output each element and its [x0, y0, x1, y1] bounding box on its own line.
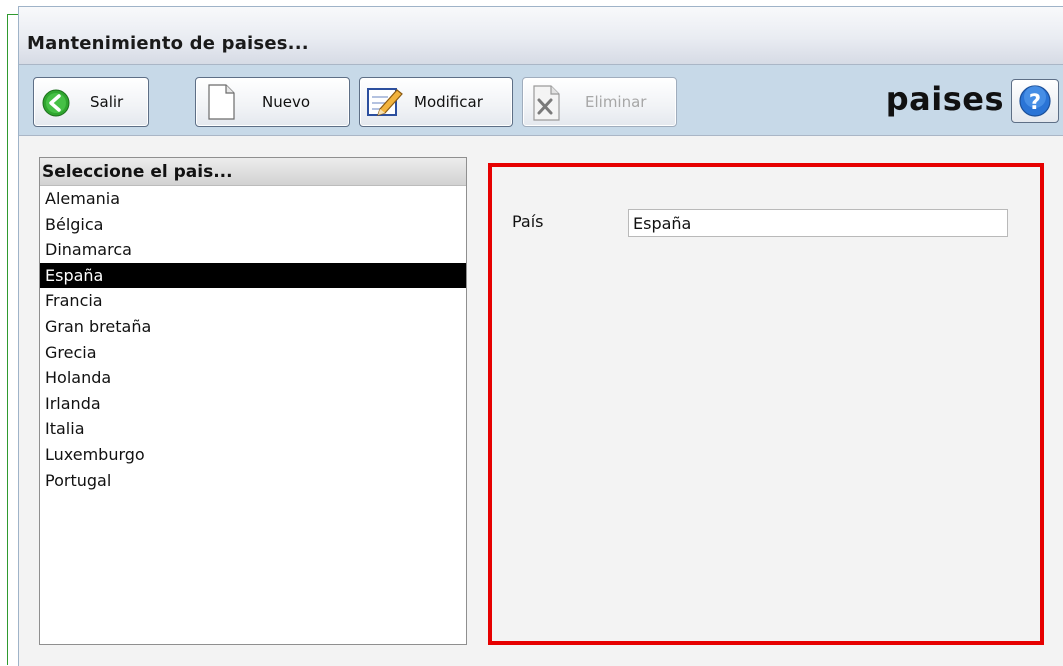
list-item-portugal[interactable]: Portugal [40, 468, 466, 494]
exit-button[interactable]: Salir [33, 77, 149, 127]
list-item-dinamarca[interactable]: Dinamarca [40, 237, 466, 263]
svg-text:?: ? [1029, 90, 1041, 114]
edit-pencil-icon [366, 85, 404, 123]
delete-button[interactable]: Eliminar [522, 77, 677, 127]
list-item-francia[interactable]: Francia [40, 288, 466, 314]
exit-button-label: Salir [90, 93, 124, 111]
app-window: Mantenimiento de paises... Salir Nuevo M… [18, 6, 1063, 666]
country-field-label: País [512, 212, 544, 231]
list-item-alemania[interactable]: Alemania [40, 186, 466, 212]
section-title: paises [885, 80, 1004, 118]
list-item-belgica[interactable]: Bélgica [40, 212, 466, 238]
list-item-grecia[interactable]: Grecia [40, 340, 466, 366]
title-bar: Mantenimiento de paises... [19, 7, 1063, 65]
list-item-espana[interactable]: España [40, 262, 466, 289]
content-area: Seleccione el pais... Alemania Bélgica D… [19, 135, 1063, 666]
list-item-gran-bretana[interactable]: Gran bretaña [40, 314, 466, 340]
modify-button-label: Modificar [414, 93, 483, 111]
list-item-italia[interactable]: Italia [40, 416, 466, 442]
delete-document-icon [531, 85, 561, 125]
country-list[interactable]: Seleccione el pais... Alemania Bélgica D… [39, 157, 467, 645]
toolbar: Salir Nuevo Modificar Eliminar paises ? [19, 65, 1063, 135]
list-item-irlanda[interactable]: Irlanda [40, 391, 466, 417]
country-list-header: Seleccione el pais... [40, 158, 466, 186]
help-button[interactable]: ? [1011, 79, 1059, 123]
list-item-holanda[interactable]: Holanda [40, 365, 466, 391]
country-name-input[interactable] [628, 209, 1008, 237]
blank-document-icon [206, 84, 236, 124]
back-arrow-icon [42, 89, 70, 121]
new-button-label: Nuevo [262, 93, 311, 111]
window-title: Mantenimiento de paises... [27, 33, 309, 54]
help-question-icon: ? [1018, 84, 1052, 122]
new-button[interactable]: Nuevo [195, 77, 350, 127]
detail-panel: País [488, 163, 1044, 645]
outer-frame-left [7, 14, 8, 665]
delete-button-label: Eliminar [585, 93, 647, 111]
modify-button[interactable]: Modificar [359, 77, 513, 127]
list-item-luxemburgo[interactable]: Luxemburgo [40, 442, 466, 468]
